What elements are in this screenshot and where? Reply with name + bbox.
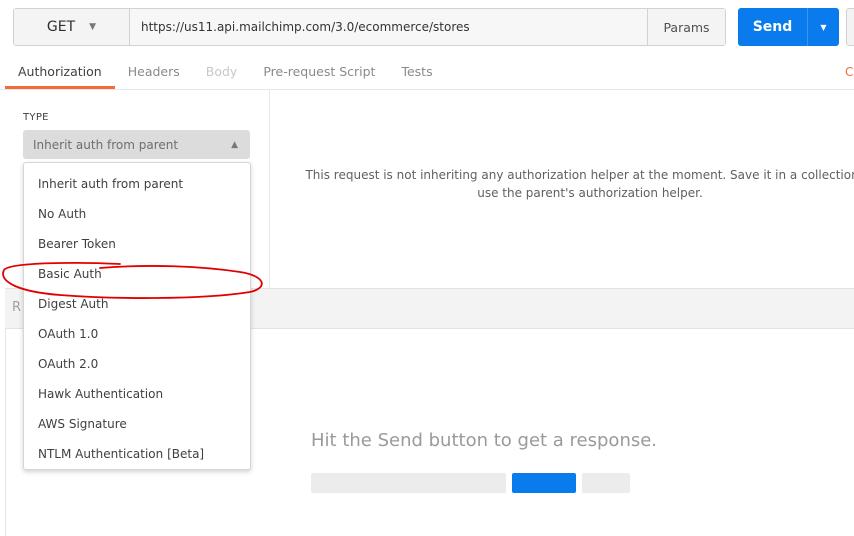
auth-option-no-auth[interactable]: No Auth — [24, 199, 250, 229]
placeholder-bar-accent — [512, 473, 576, 493]
auth-option-digest-auth[interactable]: Digest Auth — [24, 289, 250, 319]
tab-body[interactable]: Body — [193, 58, 251, 89]
response-title: R — [12, 300, 22, 315]
auth-option-hawk[interactable]: Hawk Authentication — [24, 379, 250, 409]
placeholder-bar — [311, 473, 506, 493]
tab-authorization[interactable]: Authorization — [5, 58, 115, 89]
method-label: GET — [46, 19, 76, 35]
type-label: TYPE — [23, 112, 49, 123]
tab-headers[interactable]: Headers — [115, 58, 193, 89]
response-left-border — [5, 329, 6, 536]
auth-type-selected: Inherit auth from parent — [33, 137, 179, 152]
request-bar: GET ▼ https://us11.api.mailchimp.com/3.0… — [13, 8, 726, 46]
tab-tests[interactable]: Tests — [388, 58, 445, 89]
auth-option-basic-auth[interactable]: Basic Auth — [24, 259, 250, 289]
auth-option-oauth2[interactable]: OAuth 2.0 — [24, 349, 250, 379]
chevron-down-icon: ▼ — [89, 22, 97, 32]
auth-option-inherit[interactable]: Inherit auth from parent — [24, 169, 250, 199]
placeholder-bar — [582, 473, 630, 493]
url-text: https://us11.api.mailchimp.com/3.0/ecomm… — [141, 20, 470, 34]
response-hint: Hit the Send button to get a response. — [311, 430, 658, 451]
request-tabs: Authorization Headers Body Pre-request S… — [5, 58, 446, 89]
auth-option-aws-signature[interactable]: AWS Signature — [24, 409, 250, 439]
cookies-link[interactable]: C — [845, 65, 853, 79]
send-button[interactable]: Send — [738, 8, 807, 46]
auth-info-message: This request is not inheriting any autho… — [305, 168, 854, 200]
method-select[interactable]: GET ▼ — [14, 9, 130, 45]
save-button[interactable] — [846, 8, 854, 46]
auth-type-dropdown: Inherit auth from parent No Auth Bearer … — [23, 162, 251, 470]
auth-option-bearer-token[interactable]: Bearer Token — [24, 229, 250, 259]
chevron-down-icon: ▼ — [820, 22, 827, 32]
send-button-group: Send ▼ — [738, 8, 839, 46]
send-options-button[interactable]: ▼ — [807, 8, 839, 46]
auth-option-ntlm[interactable]: NTLM Authentication [Beta] — [24, 439, 250, 469]
auth-type-select[interactable]: Inherit auth from parent ▲ — [23, 130, 250, 159]
url-input[interactable]: https://us11.api.mailchimp.com/3.0/ecomm… — [130, 9, 647, 45]
tab-pre-request-script[interactable]: Pre-request Script — [250, 58, 388, 89]
chevron-up-icon: ▲ — [231, 139, 238, 150]
auth-option-oauth1[interactable]: OAuth 1.0 — [24, 319, 250, 349]
params-button[interactable]: Params — [647, 9, 725, 45]
params-label: Params — [663, 19, 710, 35]
